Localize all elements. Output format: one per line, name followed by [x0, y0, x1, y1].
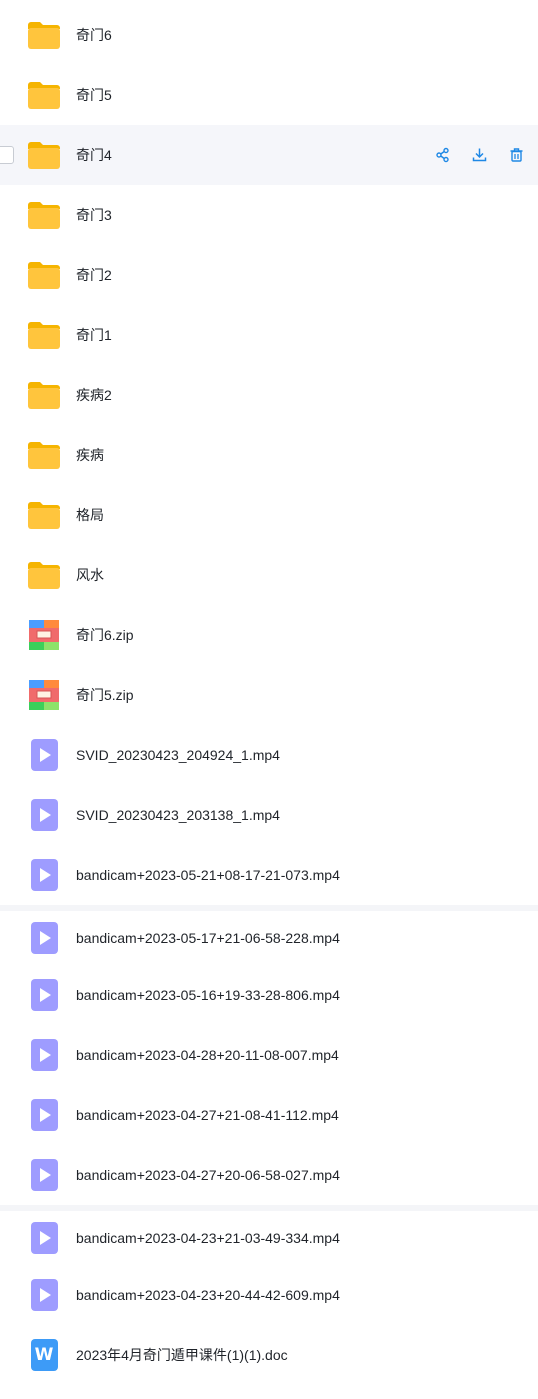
video-file-icon — [26, 1220, 62, 1256]
video-file-icon — [26, 1157, 62, 1193]
file-name[interactable]: bandicam+2023-04-27+20-06-58-027.mp4 — [76, 1167, 340, 1183]
file-name[interactable]: 奇门5 — [76, 85, 112, 105]
folder-icon — [26, 317, 62, 353]
download-icon[interactable] — [472, 148, 487, 163]
folder-row[interactable]: 奇门2 — [0, 245, 538, 305]
folder-icon — [26, 17, 62, 53]
word-doc-icon: W — [26, 1337, 62, 1373]
video-file-icon — [26, 920, 62, 956]
file-name[interactable]: 奇门3 — [76, 205, 112, 225]
folder-icon — [26, 557, 62, 593]
folder-icon — [26, 437, 62, 473]
zip-file-icon — [26, 617, 62, 653]
file-name[interactable]: bandicam+2023-04-23+21-03-49-334.mp4 — [76, 1230, 340, 1246]
select-checkbox[interactable] — [0, 146, 14, 164]
video-file-icon — [26, 977, 62, 1013]
file-row[interactable]: bandicam+2023-04-28+20-11-08-007.mp4 — [0, 1025, 538, 1085]
file-row[interactable]: bandicam+2023-05-17+21-06-58-228.mp4 — [0, 905, 538, 965]
video-file-icon — [26, 797, 62, 833]
folder-row[interactable]: 奇门3 — [0, 185, 538, 245]
file-name[interactable]: 2023年4月奇门遁甲课件(1)(1).doc — [76, 1345, 288, 1365]
folder-icon — [26, 137, 62, 173]
folder-row[interactable]: 奇门5 — [0, 65, 538, 125]
folder-row[interactable]: 格局 — [0, 485, 538, 545]
file-name[interactable]: 奇门1 — [76, 325, 112, 345]
file-name[interactable]: SVID_20230423_203138_1.mp4 — [76, 807, 280, 823]
file-row[interactable]: bandicam+2023-05-16+19-33-28-806.mp4 — [0, 965, 538, 1025]
file-name[interactable]: SVID_20230423_204924_1.mp4 — [76, 747, 280, 763]
folder-icon — [26, 497, 62, 533]
folder-row[interactable]: 疾病2 — [0, 365, 538, 425]
file-row[interactable]: bandicam+2023-04-23+21-03-49-334.mp4 — [0, 1205, 538, 1265]
video-file-icon — [26, 857, 62, 893]
file-row[interactable]: 奇门5.zip — [0, 665, 538, 725]
file-row[interactable]: bandicam+2023-04-23+20-44-42-609.mp4 — [0, 1265, 538, 1325]
folder-icon — [26, 77, 62, 113]
file-name[interactable]: bandicam+2023-04-27+21-08-41-112.mp4 — [76, 1107, 339, 1123]
folder-row[interactable]: 风水 — [0, 545, 538, 605]
file-name[interactable]: bandicam+2023-05-16+19-33-28-806.mp4 — [76, 987, 340, 1003]
folder-row[interactable]: 疾病 — [0, 425, 538, 485]
file-row[interactable]: bandicam+2023-05-21+08-17-21-073.mp4 — [0, 845, 538, 905]
file-name[interactable]: 格局 — [76, 505, 104, 525]
file-name[interactable]: bandicam+2023-05-21+08-17-21-073.mp4 — [76, 867, 340, 883]
folder-icon — [26, 197, 62, 233]
video-file-icon — [26, 1097, 62, 1133]
file-list: 奇门6 奇门5 奇门4 奇门3 奇门2 奇门1 疾病2 疾病格局风水奇门6.zip 奇门5.zi… — [0, 5, 538, 1385]
folder-icon — [26, 377, 62, 413]
row-actions — [435, 147, 524, 163]
video-file-icon — [26, 737, 62, 773]
video-file-icon — [26, 1277, 62, 1313]
file-name[interactable]: bandicam+2023-04-23+20-44-42-609.mp4 — [76, 1287, 340, 1303]
zip-file-icon — [26, 677, 62, 713]
file-row[interactable]: bandicam+2023-04-27+20-06-58-027.mp4 — [0, 1145, 538, 1205]
folder-icon — [26, 257, 62, 293]
video-file-icon — [26, 1037, 62, 1073]
trash-icon[interactable] — [509, 148, 524, 163]
folder-row[interactable]: 奇门4 — [0, 125, 538, 185]
folder-row[interactable]: 奇门6 — [0, 5, 538, 65]
file-name[interactable]: 奇门5.zip — [76, 685, 134, 705]
file-name[interactable]: 疾病 — [76, 445, 104, 465]
file-name[interactable]: 疾病2 — [76, 385, 112, 405]
share-icon[interactable] — [435, 147, 450, 163]
file-name[interactable]: 奇门6.zip — [76, 625, 134, 645]
file-row[interactable]: bandicam+2023-04-27+21-08-41-112.mp4 — [0, 1085, 538, 1145]
file-row[interactable]: 奇门6.zip — [0, 605, 538, 665]
folder-row[interactable]: 奇门1 — [0, 305, 538, 365]
file-name[interactable]: 奇门6 — [76, 25, 112, 45]
file-name[interactable]: bandicam+2023-05-17+21-06-58-228.mp4 — [76, 930, 340, 946]
file-name[interactable]: bandicam+2023-04-28+20-11-08-007.mp4 — [76, 1047, 339, 1063]
file-row[interactable]: SVID_20230423_203138_1.mp4 — [0, 785, 538, 845]
file-row[interactable]: SVID_20230423_204924_1.mp4 — [0, 725, 538, 785]
file-name[interactable]: 奇门2 — [76, 265, 112, 285]
file-row[interactable]: W 2023年4月奇门遁甲课件(1)(1).doc — [0, 1325, 538, 1385]
file-name[interactable]: 风水 — [76, 565, 104, 585]
file-name[interactable]: 奇门4 — [76, 145, 112, 165]
